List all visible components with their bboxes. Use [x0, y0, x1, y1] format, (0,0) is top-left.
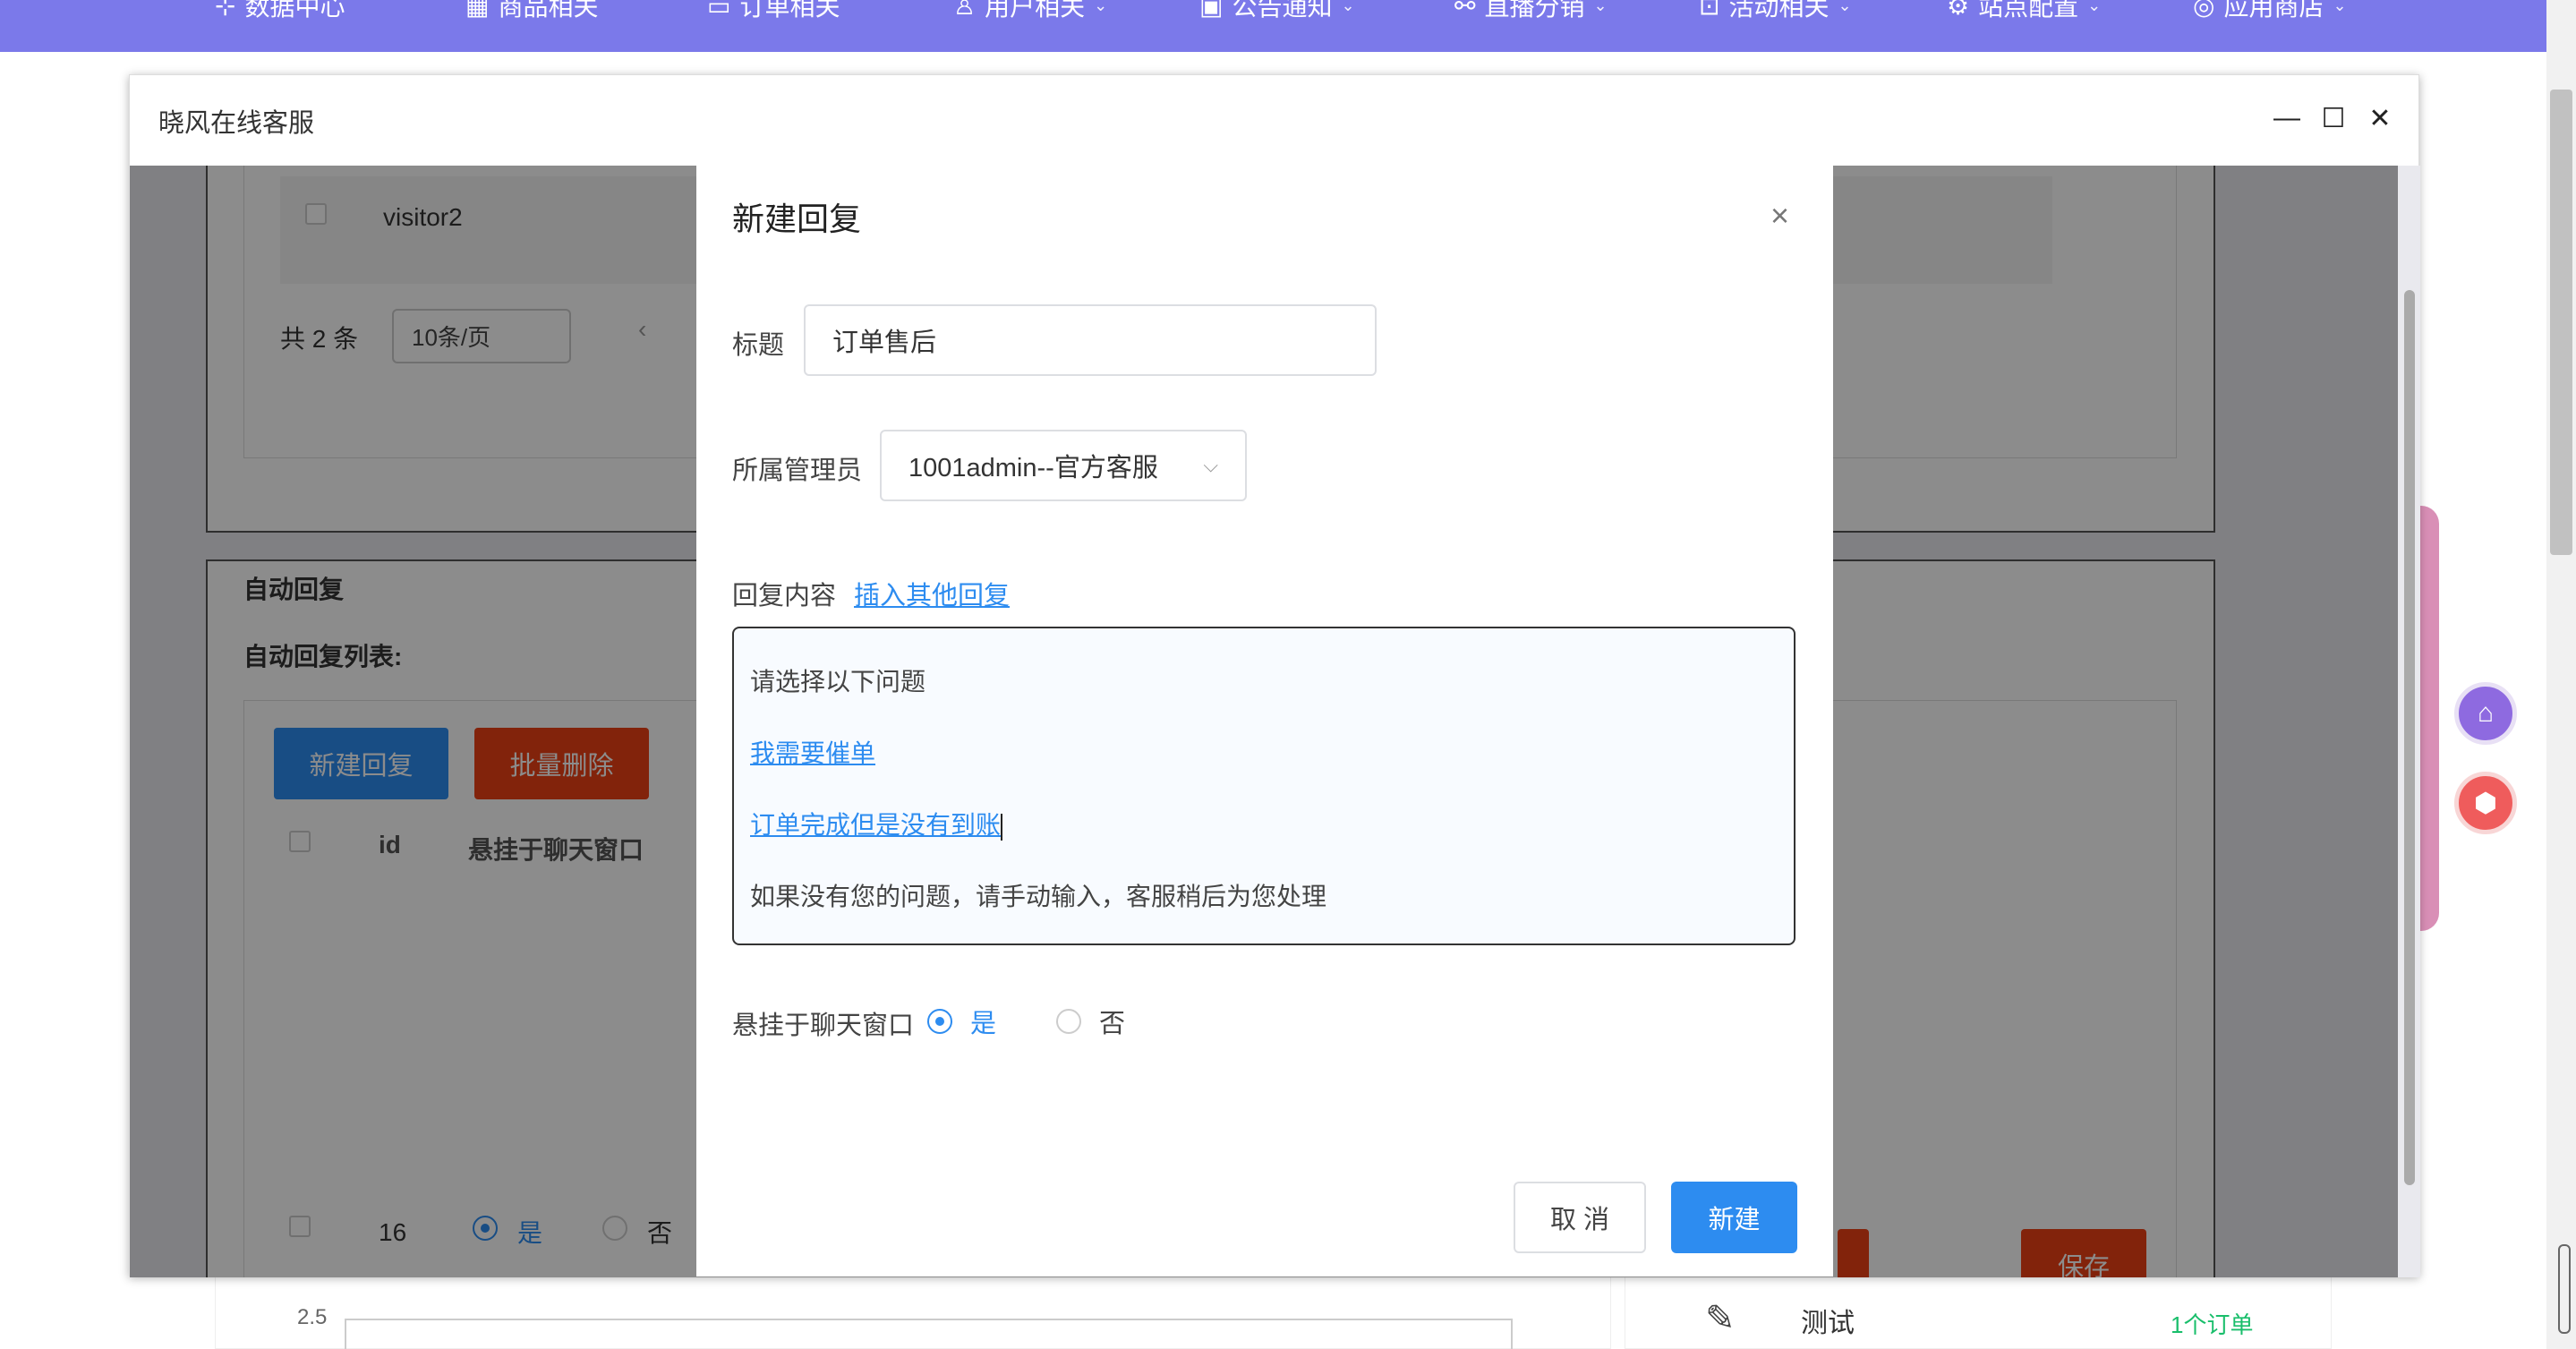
order-icon: ▭ — [707, 0, 731, 20]
chart-icon: ⊹ — [215, 0, 236, 20]
pin-radio-yes-label: 是 — [970, 1010, 997, 1038]
chevron-down-icon: ⌄ — [2333, 0, 2347, 14]
nav-item-label: 直播分销 — [1484, 0, 1585, 21]
gear-icon: ⚙ — [1947, 0, 1970, 20]
new-reply-modal: 新建回复 × 标题 订单售后 所属管理员 1001admin--官方客服 ⌵ 回… — [696, 165, 1833, 1276]
order-user-name: 测试 — [1801, 1309, 1855, 1338]
thermometer-icon — [2558, 1244, 2571, 1334]
content-label: 回复内容 — [732, 582, 837, 610]
grid-icon: ▦ — [465, 0, 490, 20]
chevron-down-icon: ⌄ — [1341, 0, 1355, 14]
avatar: ✎ — [1705, 1299, 1736, 1338]
pin-radio-yes[interactable]: 是 — [927, 1003, 996, 1040]
admin-select-value: 1001admin--官方客服 — [908, 454, 1158, 482]
page-scrollbar-thumb[interactable] — [2550, 90, 2572, 555]
content-line: 如果没有您的问题，请手动输入，客服稍后为您处理 — [750, 883, 1327, 910]
radio-dot — [1056, 1009, 1081, 1034]
nav-item-label: 活动相关 — [1728, 0, 1830, 21]
radio-dot — [927, 1009, 952, 1034]
nav-item-label: 订单相关 — [739, 0, 840, 21]
content-editor[interactable]: 请选择以下问题 我需要催单 订单完成但是没有到账 如果没有您的问题，请手动输入，… — [732, 627, 1796, 945]
chevron-down-icon: ⌄ — [1838, 0, 1852, 14]
pin-radio-no[interactable]: 否 — [1056, 1003, 1125, 1040]
nav-item-label: 数据中心 — [244, 0, 345, 21]
chart-area — [345, 1319, 1513, 1349]
order-count: 1个订单 — [2171, 1311, 2254, 1338]
chevron-down-icon: ⌄ — [1094, 0, 1108, 14]
nav-item-label: 站点配置 — [1978, 0, 2079, 21]
nav-item-live[interactable]: ⚯ 直播分销 ⌄ — [1454, 0, 1608, 23]
content-link-line[interactable]: 我需要催单 — [750, 734, 875, 770]
nav-item-data-center[interactable]: ⊹ 数据中心 — [215, 0, 345, 23]
gift-icon: ⊡ — [1699, 0, 1720, 20]
window-titlebar: 晓风在线客服 — ☐ ✕ — [130, 75, 2418, 166]
title-label: 标题 — [732, 331, 785, 360]
chart-tick-label: 2.5 — [297, 1305, 328, 1329]
app-icon: ◎ — [2193, 0, 2215, 20]
modal-title: 新建回复 — [732, 201, 862, 237]
nav-item-label: 应用商店 — [2223, 0, 2324, 21]
cube-icon[interactable]: ⬢ — [2454, 772, 2517, 834]
nav-item-label: 商品相关 — [498, 0, 599, 21]
nav-item-app-store[interactable]: ◎ 应用商店 ⌄ — [2193, 0, 2347, 23]
content-link-line-wrapper: 订单完成但是没有到账 — [750, 806, 1003, 841]
pin-radio-no-label: 否 — [1099, 1010, 1126, 1038]
admin-select[interactable]: 1001admin--官方客服 ⌵ — [880, 430, 1247, 501]
create-button[interactable]: 新建 — [1671, 1182, 1797, 1253]
minimize-icon[interactable]: — — [2269, 100, 2305, 136]
store-icon[interactable]: ⌂ — [2454, 682, 2517, 745]
nav-item-goods[interactable]: ▦ 商品相关 — [465, 0, 598, 23]
nav-item-label: 用户相关 — [985, 0, 1086, 21]
user-icon: ♙ — [953, 0, 977, 20]
nav-item-orders[interactable]: ▭ 订单相关 — [707, 0, 840, 23]
nav-item-label: 公告通知 — [1232, 0, 1333, 21]
pin-label: 悬挂于聊天窗口 — [732, 1012, 915, 1040]
bell-icon: ▣ — [1199, 0, 1224, 20]
nav-item-activity[interactable]: ⊡ 活动相关 ⌄ — [1699, 0, 1852, 23]
title-input[interactable]: 订单售后 — [804, 304, 1377, 376]
nav-item-users[interactable]: ♙ 用户相关 ⌄ — [953, 0, 1107, 23]
text-caret — [1001, 813, 1003, 841]
window-title: 晓风在线客服 — [158, 109, 315, 138]
nav-item-notice[interactable]: ▣ 公告通知 ⌄ — [1199, 0, 1355, 23]
chevron-down-icon: ⌵ — [1203, 454, 1218, 476]
nav-item-site-config[interactable]: ⚙ 站点配置 ⌄ — [1947, 0, 2101, 23]
content-scrollbar-thumb[interactable] — [2404, 290, 2415, 1185]
top-nav-bar: ⊹ 数据中心 ▦ 商品相关 ▭ 订单相关 ♙ 用户相关 ⌄ ▣ 公告通知 ⌄ ⚯ 直播分销 ⌄ ⊡… — [0, 0, 2546, 52]
maximize-icon[interactable]: ☐ — [2316, 100, 2351, 136]
close-icon[interactable]: ✕ — [2362, 100, 2398, 136]
content-link-line[interactable]: 订单完成但是没有到账 — [750, 811, 1001, 839]
cancel-button[interactable]: 取 消 — [1514, 1182, 1646, 1253]
content-line: 请选择以下问题 — [750, 668, 926, 696]
close-icon[interactable]: × — [1770, 197, 1789, 235]
insert-other-reply-link[interactable]: 插入其他回复 — [854, 575, 1010, 612]
admin-label: 所属管理员 — [732, 457, 863, 485]
share-icon: ⚯ — [1454, 0, 1476, 20]
chevron-down-icon: ⌄ — [2087, 0, 2102, 14]
chevron-down-icon: ⌄ — [1593, 0, 1608, 14]
